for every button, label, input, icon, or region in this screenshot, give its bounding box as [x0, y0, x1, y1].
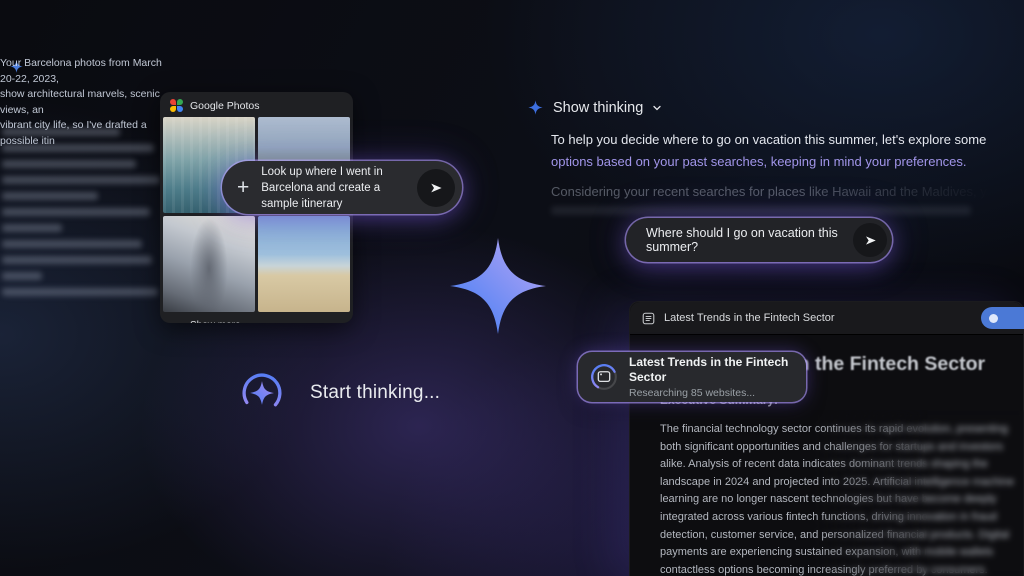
blurred-text-line [2, 176, 160, 184]
blurred-text-line [551, 206, 971, 215]
response-text-purple: options based on your past searches, kee… [551, 153, 967, 169]
photo-sagrada-familia[interactable] [163, 216, 255, 312]
vacation-prompt-text: Where should I go on vacation this summe… [646, 226, 838, 254]
send-arrow-icon [865, 235, 876, 245]
gemini-sparkle-large [450, 238, 546, 334]
report-body-text: The financial technology sector continue… [660, 423, 1015, 576]
barcelona-prompt-text: Look up where I went in Barcelona and cr… [261, 165, 383, 210]
photo-barceloneta-beach[interactable] [258, 216, 350, 312]
chevron-down-icon [653, 105, 661, 110]
deep-research-status-card[interactable]: Latest Trends in the Fintech Sector Rese… [578, 352, 806, 402]
google-photos-header: Google Photos [160, 92, 353, 117]
research-card-title: Latest Trends in the Fintech Sector [629, 355, 789, 384]
gemini-sparkle-icon [528, 100, 543, 115]
research-progress-icon [591, 364, 617, 390]
response-text-white: To help you decide where to go on vacati… [551, 132, 987, 147]
start-thinking-label: Start thinking... [310, 382, 441, 403]
document-icon [642, 312, 655, 324]
thinking-progress-icon [242, 373, 282, 413]
send-arrow-icon [431, 183, 442, 192]
blurred-text-line [2, 240, 142, 248]
plus-icon[interactable]: + [237, 177, 249, 198]
blurred-text-line [2, 160, 136, 168]
show-thinking-label: Show thinking [553, 99, 644, 116]
show-thinking-toggle[interactable]: Show thinking [527, 99, 662, 116]
blurred-text-line [2, 192, 98, 200]
photo-grid [160, 117, 353, 312]
response-paragraph: To help you decide where to go on vacati… [551, 129, 1021, 172]
send-button[interactable] [417, 168, 455, 207]
show-more-button[interactable]: Show more [160, 312, 353, 323]
blurred-text-line [2, 128, 120, 136]
blurred-text-line [2, 256, 152, 264]
window-title: Latest Trends in the Fintech Sector [664, 312, 835, 324]
vacation-prompt-pill[interactable]: Where should I go on vacation this summe… [626, 218, 892, 262]
window-titlebar: Latest Trends in the Fintech Sector [630, 302, 1024, 335]
share-button[interactable] [981, 307, 1024, 329]
gemini-marketing-canvas: Your Barcelona photos from March 20-22, … [0, 0, 1024, 576]
send-button[interactable] [853, 223, 887, 257]
faded-chat-transcript: Your Barcelona photos from March 20-22, … [0, 56, 170, 306]
blurred-text-line [2, 288, 158, 296]
google-photos-icon [170, 99, 183, 112]
blurred-text-line [2, 272, 42, 280]
barcelona-prompt-pill[interactable]: + Look up where I went in Barcelona and … [222, 161, 462, 214]
chat-line: show architectural marvels, scenic views… [0, 88, 160, 116]
share-icon [989, 313, 998, 323]
start-thinking-status: Start thinking... [240, 371, 440, 415]
google-photos-label: Google Photos [190, 99, 260, 112]
research-card-status: Researching 85 websites... [629, 387, 756, 399]
response-paragraph-faded: Considering your recent searches for pla… [551, 184, 994, 199]
chat-line: Your Barcelona photos from March 20-22, … [0, 57, 162, 85]
show-more-label: Show more [190, 320, 241, 323]
blurred-text-line [2, 144, 154, 152]
blurred-text-line [2, 208, 150, 216]
blurred-text-line [2, 224, 62, 232]
chevron-down-icon [172, 321, 182, 324]
